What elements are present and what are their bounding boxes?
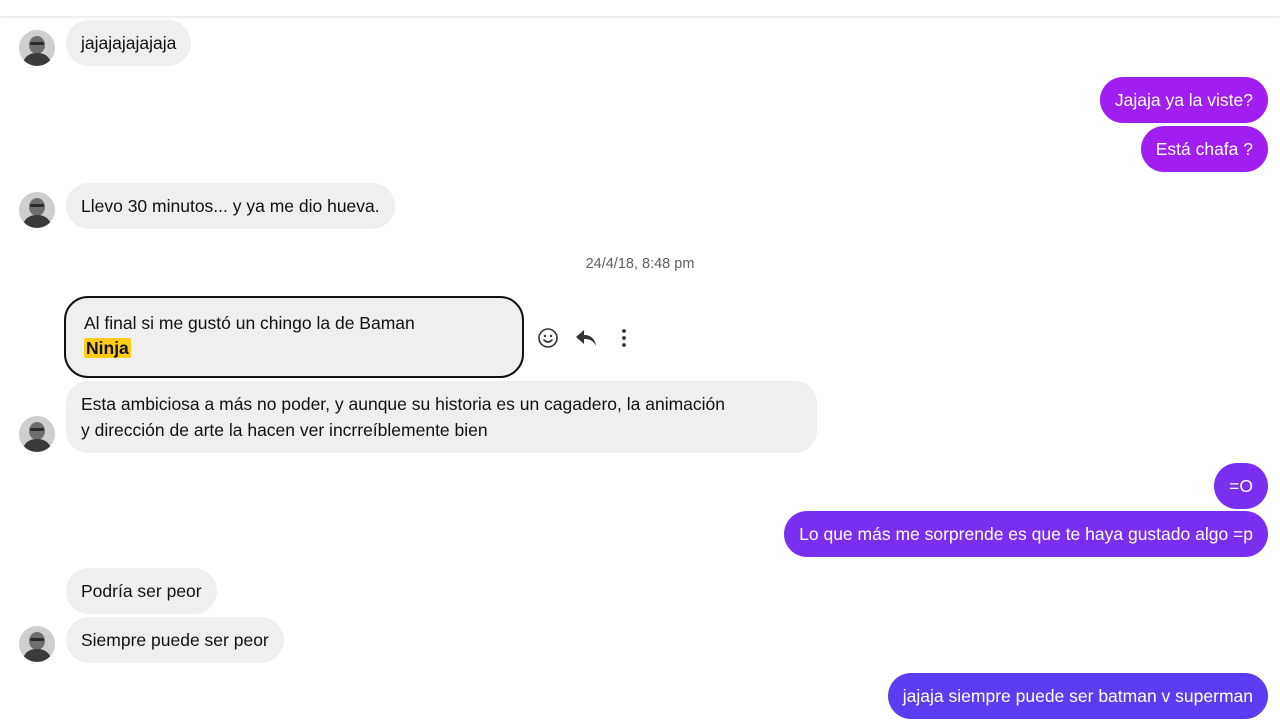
- message-line: y dirección de arte la hacen ver incrreí…: [81, 420, 488, 440]
- person-photo-icon: [19, 416, 55, 452]
- outgoing-message[interactable]: Está chafa ?: [1140, 126, 1268, 172]
- outgoing-message[interactable]: =O: [1214, 463, 1268, 509]
- reply-arrow-icon: [576, 330, 596, 346]
- incoming-message[interactable]: Podría ser peor: [66, 568, 217, 614]
- contact-avatar[interactable]: [19, 30, 55, 66]
- person-photo-icon: [19, 192, 55, 228]
- message-text: Al final si me gustó un chingo la de Bam…: [84, 313, 415, 333]
- incoming-message[interactable]: Siempre puede ser peor: [66, 617, 284, 663]
- message-actions: [536, 326, 636, 350]
- more-vertical-icon: [622, 329, 626, 347]
- selected-incoming-message[interactable]: Al final si me gustó un chingo la de Bam…: [64, 296, 524, 378]
- message-timestamp: 24/4/18, 8:48 pm: [585, 256, 695, 272]
- incoming-message[interactable]: Llevo 30 minutos... y ya me dio hueva.: [66, 183, 395, 229]
- person-photo-icon: [19, 30, 55, 66]
- outgoing-message[interactable]: jajaja siempre puede ser batman v superm…: [887, 673, 1268, 719]
- incoming-message[interactable]: Esta ambiciosa a más no poder, y aunque …: [66, 381, 817, 453]
- highlighted-word: Ninja: [84, 338, 131, 358]
- message-line: Esta ambiciosa a más no poder, y aunque …: [81, 394, 725, 414]
- react-button[interactable]: [536, 326, 560, 350]
- contact-avatar[interactable]: [19, 626, 55, 662]
- person-photo-icon: [19, 626, 55, 662]
- incoming-message[interactable]: jajajajajajaja: [66, 20, 192, 66]
- reply-button[interactable]: [574, 326, 598, 350]
- outgoing-message[interactable]: Jajaja ya la viste?: [1099, 77, 1268, 123]
- outgoing-message[interactable]: Lo que más me sorprende es que te haya g…: [784, 511, 1268, 557]
- more-options-button[interactable]: [612, 326, 636, 350]
- smiley-icon: [538, 328, 558, 348]
- contact-avatar[interactable]: [19, 416, 55, 452]
- chat-thread: jajajajajajaja Jajaja ya la viste? Está …: [0, 0, 1280, 720]
- thread-header: [0, 0, 1280, 16]
- contact-avatar[interactable]: [19, 192, 55, 228]
